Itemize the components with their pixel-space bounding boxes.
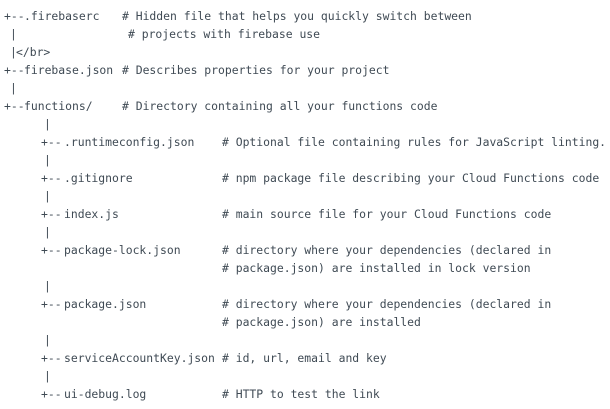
file-name: index.js: [64, 207, 119, 221]
file-name: .firebaserc: [24, 9, 100, 23]
tree-pipe: |: [44, 189, 51, 203]
file-name: ui-debug.log: [64, 387, 147, 401]
tree-pipe: |: [44, 369, 51, 383]
file-comment: # main source file for your Cloud Functi…: [222, 207, 552, 221]
file-comment: # Hidden file that helps you quickly swi…: [122, 9, 472, 23]
tree-pipe: |: [10, 81, 17, 95]
file-name: .runtimeconfig.json: [64, 135, 195, 149]
file-comment: # package.json) are installed in lock ve…: [222, 261, 531, 275]
file-name: .gitignore: [64, 171, 133, 185]
file-name: firebase.json: [24, 63, 114, 77]
file-name: </br>: [16, 45, 51, 59]
file-comment: # HTTP to test the link: [222, 387, 380, 401]
file-comment: # directory where your dependencies (dec…: [222, 243, 552, 257]
tree-pipe: |: [44, 153, 51, 167]
tree-pipe: |: [44, 117, 51, 131]
file-comment: # Directory containing all your function…: [122, 99, 438, 113]
file-comment: # id, url, email and key: [222, 351, 387, 365]
file-comment: # package.json) are installed: [222, 315, 421, 329]
file-comment: # directory where your dependencies (dec…: [222, 297, 552, 311]
file-comment: # projects with firebase use: [128, 27, 321, 41]
file-comment: # Optional file containing rules for Jav…: [222, 135, 607, 149]
file-comment: # npm package file describing your Cloud…: [222, 171, 600, 185]
file-name: serviceAccountKey.json: [64, 351, 215, 365]
tree-pipe: |: [44, 225, 51, 239]
tree-pipe: |: [44, 333, 51, 347]
file-name: package-lock.json: [64, 243, 181, 257]
file-name: package.json: [64, 297, 147, 311]
file-tree: +-- .firebaserc # Hidden file that helps …: [0, 0, 610, 409]
tree-pipe: |: [44, 279, 51, 293]
file-name: functions/: [24, 99, 93, 113]
tree-pipe: |: [10, 27, 17, 41]
file-comment: # Describes properties for your project: [122, 63, 390, 77]
